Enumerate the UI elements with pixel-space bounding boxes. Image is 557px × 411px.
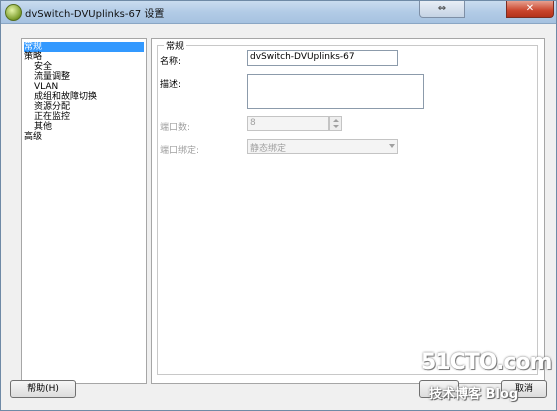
- port-binding-label: 端口绑定:: [160, 146, 200, 156]
- tree-item-resource-allocation[interactable]: 资源分配: [34, 102, 70, 112]
- tree-item-security[interactable]: 安全: [34, 62, 52, 72]
- tree-item-traffic-shaping[interactable]: 流量调整: [34, 72, 70, 82]
- dialog-window: dvSwitch-DVUplinks-67 设置 ⇔ ✕ 常规 策略 安全 流量…: [0, 0, 557, 411]
- spin-down-icon: [333, 125, 339, 128]
- help-button[interactable]: 帮助(H): [10, 380, 76, 398]
- watermark-blog: 技术博客 Blog: [429, 387, 519, 402]
- port-binding-select[interactable]: 静态绑定: [247, 139, 398, 154]
- chevron-down-icon: [389, 144, 395, 148]
- name-label: 名称:: [160, 57, 182, 67]
- description-label: 描述:: [160, 80, 182, 90]
- group-title: 常规: [164, 39, 187, 52]
- tree-item-teaming-failover[interactable]: 成组和故障切换: [34, 92, 97, 102]
- tree-item-monitoring[interactable]: 正在监控: [34, 112, 70, 122]
- ports-input[interactable]: 8: [247, 116, 329, 131]
- close-button[interactable]: ✕: [506, 1, 554, 18]
- tree-item-policies[interactable]: 策略: [24, 52, 42, 62]
- app-globe-icon: [5, 4, 22, 21]
- restore-button[interactable]: ⇔: [419, 1, 465, 18]
- settings-tree: 常规 策略 安全 流量调整 VLAN 成组和故障切换 资源分配 正在监控 其他 …: [21, 38, 147, 384]
- ports-spinner[interactable]: [329, 116, 342, 131]
- settings-panel: 常规 名称: dvSwitch-DVUplinks-67 描述: 端口数: 8 …: [151, 38, 545, 384]
- general-group: 常规 名称: dvSwitch-DVUplinks-67 描述: 端口数: 8 …: [157, 39, 538, 375]
- title-bar[interactable]: dvSwitch-DVUplinks-67 设置 ⇔ ✕: [1, 1, 556, 24]
- watermark-site: 51CTO.com: [421, 350, 552, 375]
- name-input[interactable]: dvSwitch-DVUplinks-67: [247, 50, 398, 66]
- port-binding-value: 静态绑定: [250, 144, 287, 154]
- window-title: dvSwitch-DVUplinks-67 设置: [25, 9, 165, 20]
- tree-item-vlan[interactable]: VLAN: [34, 82, 58, 92]
- tree-item-general[interactable]: 常规: [24, 42, 144, 52]
- spin-up-icon: [333, 119, 339, 122]
- tree-item-advanced[interactable]: 高级: [24, 132, 42, 142]
- tree-item-other[interactable]: 其他: [34, 122, 52, 132]
- description-textarea[interactable]: [247, 74, 424, 109]
- ports-label: 端口数:: [160, 123, 191, 133]
